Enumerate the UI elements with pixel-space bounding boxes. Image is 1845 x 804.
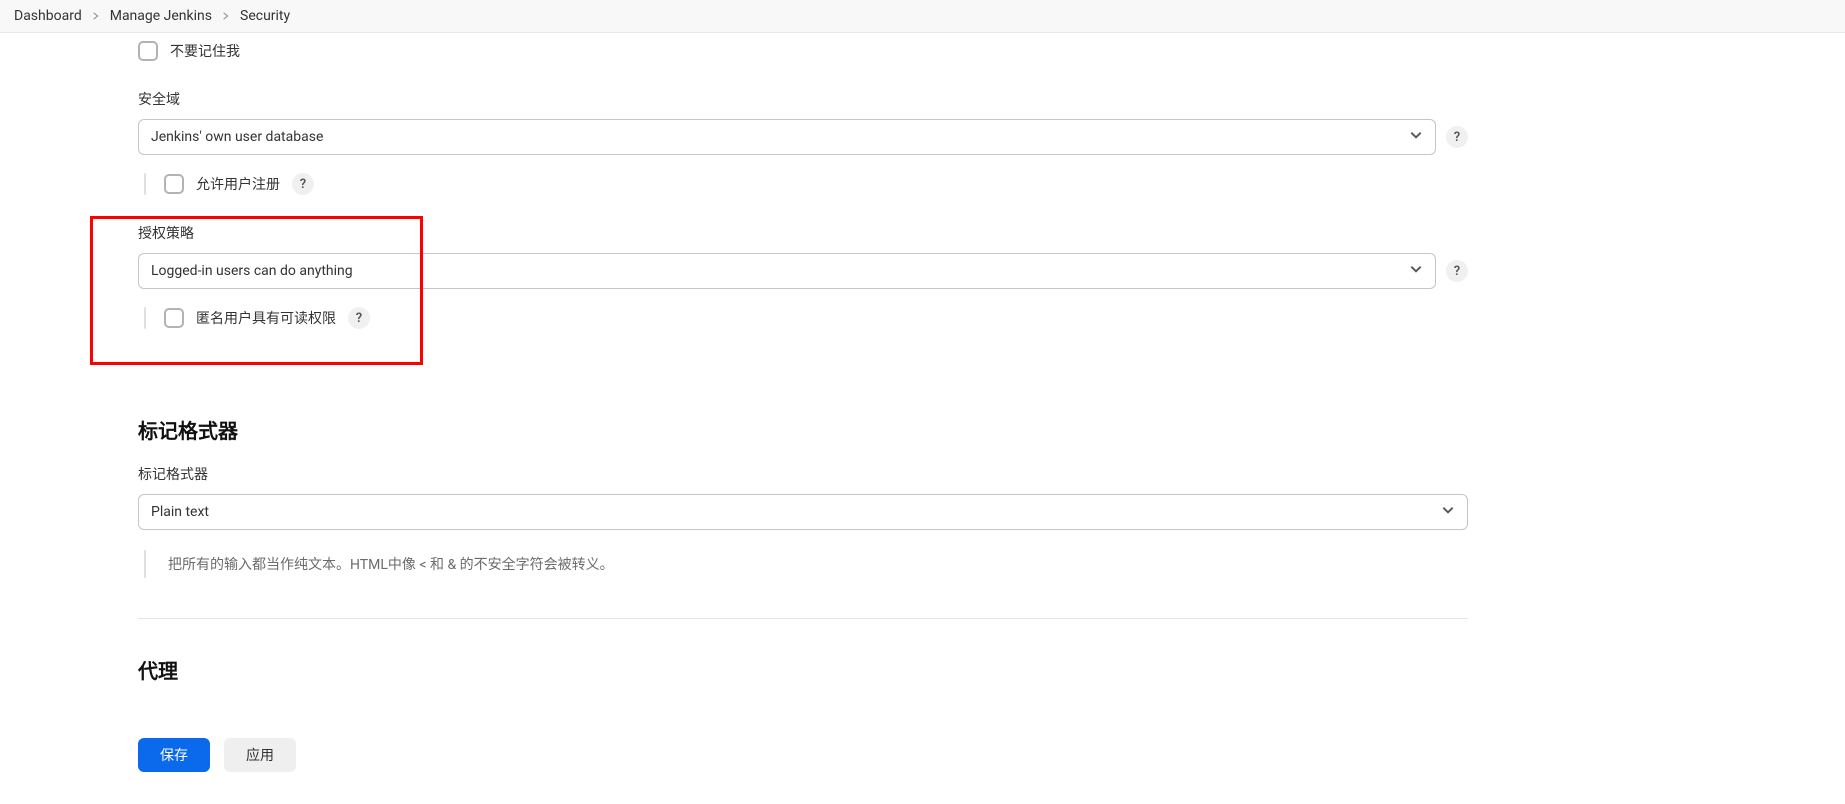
markup-heading: 标记格式器 [138, 415, 1468, 444]
apply-button[interactable]: 应用 [224, 738, 296, 772]
anon-read-label: 匿名用户具有可读权限 [196, 308, 336, 328]
section-divider [138, 618, 1468, 619]
chevron-down-icon [1409, 128, 1423, 146]
authorization-label: 授权策略 [138, 223, 1468, 243]
breadcrumb-item-dashboard[interactable]: Dashboard [14, 8, 82, 24]
chevron-right-icon [222, 10, 230, 23]
chevron-down-icon [1441, 503, 1455, 521]
chevron-down-icon [1409, 262, 1423, 280]
security-realm-label: 安全域 [138, 89, 1468, 109]
save-button[interactable]: 保存 [138, 738, 210, 772]
allow-signup-label: 允许用户注册 [196, 174, 280, 194]
allow-signup-checkbox[interactable] [164, 174, 184, 194]
security-realm-value: Jenkins' own user database [151, 129, 323, 145]
help-icon[interactable]: ? [1446, 260, 1468, 282]
indent-bar [144, 173, 146, 195]
bottom-action-bar: 保存 应用 [0, 724, 1845, 786]
help-icon[interactable]: ? [348, 307, 370, 329]
chevron-right-icon [92, 10, 100, 23]
breadcrumb-item-manage[interactable]: Manage Jenkins [110, 8, 212, 24]
breadcrumb: Dashboard Manage Jenkins Security [0, 0, 1845, 33]
security-realm-select[interactable]: Jenkins' own user database [138, 119, 1436, 155]
anon-read-checkbox[interactable] [164, 308, 184, 328]
markup-help-text: 把所有的输入都当作纯文本。HTML中像 < 和 & 的不安全字符会被转义。 [144, 550, 1468, 578]
markup-label: 标记格式器 [138, 464, 1468, 484]
indent-bar [144, 307, 146, 329]
proxy-heading: 代理 [138, 655, 1468, 684]
help-icon[interactable]: ? [292, 173, 314, 195]
markup-value: Plain text [151, 504, 209, 520]
markup-select[interactable]: Plain text [138, 494, 1468, 530]
breadcrumb-item-security[interactable]: Security [240, 8, 290, 24]
authorization-value: Logged-in users can do anything [151, 263, 353, 279]
remember-me-checkbox[interactable] [138, 41, 158, 61]
remember-me-label: 不要记住我 [170, 41, 240, 61]
help-icon[interactable]: ? [1446, 126, 1468, 148]
authorization-select[interactable]: Logged-in users can do anything [138, 253, 1436, 289]
